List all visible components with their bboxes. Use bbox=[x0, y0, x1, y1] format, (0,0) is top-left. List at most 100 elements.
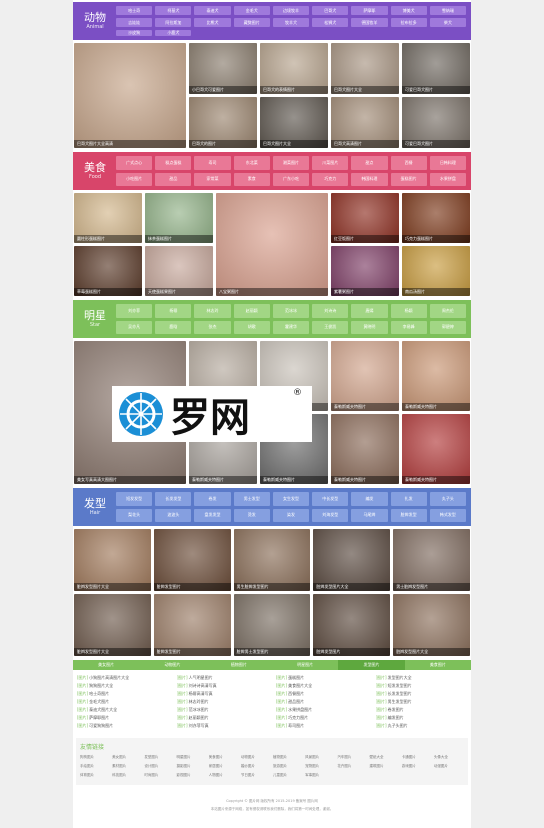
image-tile[interactable]: 红豆饭图片 bbox=[331, 193, 399, 243]
link-text[interactable]: 巧克力图片 bbox=[288, 715, 308, 720]
image-caption[interactable]: 圆柱形蛋糕图片 bbox=[74, 235, 142, 243]
image-caption[interactable]: 可爱巴哥犬图片 bbox=[402, 86, 470, 94]
link-item[interactable]: [图片]赵丽颖图片 bbox=[177, 714, 269, 722]
link-text[interactable]: 可爱狗狗图片 bbox=[89, 723, 113, 728]
link-text[interactable]: 丸子头图片 bbox=[388, 723, 408, 728]
friend-link[interactable]: 美女图片 bbox=[112, 754, 142, 761]
link-item[interactable]: [图片]长发发型图片 bbox=[376, 690, 468, 698]
friend-link[interactable]: 狗狗图片 bbox=[80, 754, 110, 761]
friend-link[interactable]: 花卉图片 bbox=[337, 763, 367, 770]
link-text[interactable]: 甜品图片 bbox=[288, 699, 304, 704]
tag-link[interactable]: 哈士奇 bbox=[116, 6, 153, 15]
link-text[interactable]: 狗狗图片大全 bbox=[89, 683, 113, 688]
link-item[interactable]: [图片]小狗图片高清图片大全 bbox=[77, 674, 169, 682]
thumbnail-image[interactable] bbox=[233, 594, 311, 656]
image-tile[interactable]: 泰勒斯威夫特图片 bbox=[331, 414, 399, 484]
category-title[interactable]: 动物 Animal bbox=[76, 5, 114, 37]
image-tile[interactable]: 天使蛋糕果图片 bbox=[145, 246, 213, 296]
link-item[interactable]: [图片]人气明星图片 bbox=[177, 674, 269, 682]
friend-link[interactable]: 动漫图片 bbox=[434, 763, 464, 770]
tag-link[interactable]: 蛋糕图片 bbox=[390, 172, 427, 186]
link-item[interactable]: [图片]萨摩耶图片 bbox=[77, 714, 169, 722]
thumbnail-image[interactable] bbox=[402, 414, 470, 484]
tag-link[interactable]: 湘菜图片 bbox=[272, 156, 310, 170]
thumbnail-image[interactable] bbox=[233, 529, 311, 591]
friend-link[interactable]: 游戏图片 bbox=[402, 763, 432, 770]
image-tile[interactable]: 脏辫发型图片大全 bbox=[74, 529, 151, 591]
tag-link[interactable]: 东北菜 bbox=[233, 156, 270, 170]
image-tile[interactable]: 脏辫发型图片大全 bbox=[393, 594, 470, 656]
image-tile[interactable]: 紫薯粥图片 bbox=[331, 246, 399, 296]
image-tile[interactable]: 男生脏辫发型图片 bbox=[233, 529, 311, 591]
image-tile[interactable]: 南瓜汤图片 bbox=[402, 246, 470, 296]
link-tab[interactable]: 动物图片 bbox=[139, 660, 205, 670]
tag-link[interactable]: 郭碧婷 bbox=[429, 320, 466, 334]
tag-link[interactable]: 甜品 bbox=[155, 172, 192, 186]
link-item[interactable]: [图片]杨幂高清写真 bbox=[177, 690, 269, 698]
tag-link[interactable]: 周杰伦 bbox=[429, 304, 466, 318]
thumbnail-image[interactable] bbox=[393, 594, 470, 656]
image-caption[interactable]: 巴哥犬图片大全 bbox=[331, 86, 399, 94]
tag-link[interactable]: 霍建华 bbox=[272, 320, 310, 334]
image-tile[interactable]: 脏辫发型图片大全 bbox=[74, 594, 151, 656]
image-caption[interactable]: 脏辫男士发型图片 bbox=[233, 648, 311, 656]
tag-link[interactable]: 胡歌 bbox=[233, 320, 270, 334]
tag-link[interactable]: 萨摩耶 bbox=[351, 6, 388, 15]
link-item[interactable]: [图片]刘亦菲写真 bbox=[177, 722, 269, 730]
tag-link[interactable]: 波波头 bbox=[155, 508, 192, 522]
tag-link[interactable]: 牧羊犬 bbox=[272, 18, 310, 27]
link-item[interactable]: [图片]可爱狗狗图片 bbox=[77, 722, 169, 730]
link-text[interactable]: 蛋糕图片 bbox=[288, 675, 304, 680]
link-item[interactable]: [图片]哈士奇图片 bbox=[77, 690, 169, 698]
image-tile[interactable]: 巴哥犬图片大全 bbox=[331, 43, 399, 94]
link-item[interactable]: [图片]西餐图片 bbox=[276, 690, 368, 698]
image-tile[interactable]: 巴哥犬图片大全 bbox=[260, 97, 328, 148]
image-caption[interactable]: 可爱巴哥犬图片 bbox=[402, 140, 470, 148]
tag-link[interactable]: 韩国料理 bbox=[351, 172, 388, 186]
friend-link[interactable]: 手绘图片 bbox=[80, 763, 110, 770]
image-tile[interactable]: 抹茶蛋糕图片 bbox=[145, 193, 213, 243]
tag-link[interactable]: 金毛犬 bbox=[233, 6, 270, 15]
link-tab[interactable]: 发型图片 bbox=[338, 660, 405, 670]
friend-link[interactable]: 体育图片 bbox=[80, 772, 110, 779]
tag-link[interactable]: 边境牧羊 bbox=[272, 6, 310, 15]
tag-link[interactable]: 染发 bbox=[272, 508, 310, 522]
tag-link[interactable]: 日韩料理 bbox=[429, 156, 466, 170]
link-item[interactable]: [图片]金毛犬图片 bbox=[77, 698, 169, 706]
thumbnail-image[interactable] bbox=[74, 529, 151, 591]
tag-link[interactable]: 范冰冰 bbox=[272, 304, 310, 318]
tag-link[interactable]: 赵丽颖 bbox=[233, 304, 270, 318]
category-name[interactable]: 美食 bbox=[84, 161, 106, 174]
link-item[interactable]: [图片]美食图片大全 bbox=[276, 682, 368, 690]
tag-link[interactable]: 刘亦菲 bbox=[116, 304, 153, 318]
tag-link[interactable]: 鹿晗 bbox=[155, 320, 192, 334]
link-text[interactable]: 寿司图片 bbox=[288, 723, 304, 728]
image-caption[interactable]: 抹茶蛋糕图片 bbox=[145, 235, 213, 243]
tag-link[interactable]: 小吃图片 bbox=[116, 172, 153, 186]
tag-link[interactable]: 韩式发型 bbox=[429, 508, 466, 522]
link-text[interactable]: 西餐图片 bbox=[288, 691, 304, 696]
link-text[interactable]: 金毛犬图片 bbox=[89, 699, 109, 704]
tag-link[interactable]: 马尾辫 bbox=[351, 508, 388, 522]
image-caption[interactable]: 巴哥犬的图片 bbox=[189, 140, 257, 148]
link-text[interactable]: 泰迪犬图片大全 bbox=[89, 707, 117, 712]
tag-link[interactable]: 水果拼盘 bbox=[429, 172, 466, 186]
friend-link[interactable]: 动物图片 bbox=[241, 754, 271, 761]
tag-link[interactable]: 小鹿犬 bbox=[155, 30, 192, 36]
image-tile[interactable]: 脏辫发型图片 bbox=[153, 529, 231, 591]
image-caption[interactable]: 脏辫发型图片 bbox=[153, 583, 231, 591]
tag-link[interactable]: 巧克力 bbox=[312, 172, 349, 186]
image-caption[interactable]: 巴哥犬的表情图片 bbox=[260, 86, 328, 94]
image-caption[interactable]: 巴哥犬图片大全 bbox=[260, 140, 328, 148]
tag-link[interactable]: 短发发型 bbox=[116, 492, 153, 506]
tag-link[interactable]: 杨幂 bbox=[155, 304, 192, 318]
thumbnail-image[interactable] bbox=[313, 529, 391, 591]
tag-link[interactable]: 李易峰 bbox=[390, 320, 427, 334]
tag-link[interactable]: 丸子头 bbox=[429, 492, 466, 506]
tag-link[interactable]: 吉娃娃 bbox=[116, 18, 153, 27]
friend-link[interactable]: 婚纱图片 bbox=[241, 763, 271, 770]
tag-link[interactable]: 柴犬 bbox=[429, 18, 466, 27]
friend-link[interactable]: 军事图片 bbox=[305, 772, 335, 779]
image-caption[interactable]: 脏辫发型图片大全 bbox=[74, 583, 151, 591]
friend-link[interactable]: 摄影图片 bbox=[176, 763, 206, 770]
